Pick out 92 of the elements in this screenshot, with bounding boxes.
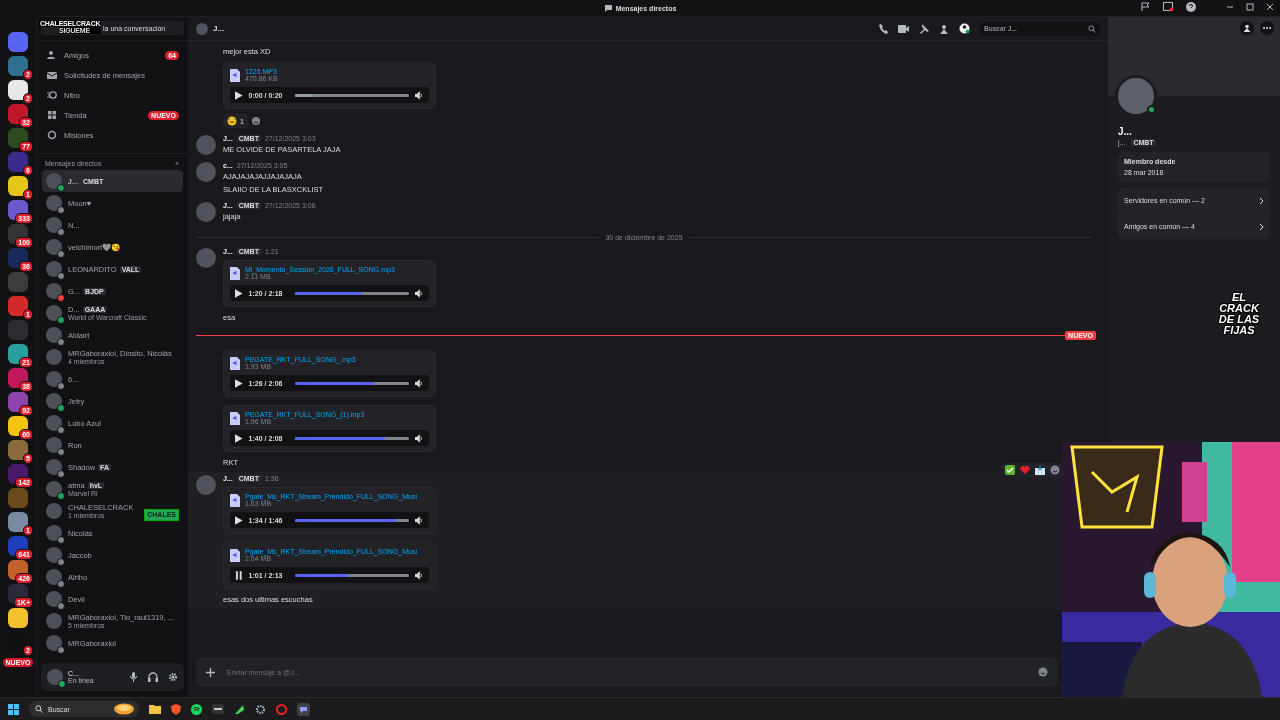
server-icon[interactable] [8, 176, 28, 196]
more-button[interactable] [1260, 21, 1274, 35]
volume-icon[interactable] [415, 570, 424, 580]
envelope-icon[interactable] [1035, 465, 1045, 475]
server-icon[interactable] [8, 416, 28, 436]
emoji-icon[interactable] [1050, 465, 1060, 475]
emoji-icon[interactable] [1038, 667, 1048, 677]
progress-track[interactable] [294, 291, 410, 295]
laughing-emoji-icon [227, 116, 237, 126]
friends-icon [47, 50, 57, 60]
play-icon[interactable] [235, 288, 243, 298]
help-icon[interactable] [1186, 2, 1196, 12]
server-icon[interactable] [8, 128, 28, 148]
profile-name: J... [1118, 126, 1133, 137]
avatar [196, 475, 216, 495]
stream-logo: EL CRACK DE LAS FIJAS [1217, 292, 1261, 336]
play-icon[interactable] [235, 90, 243, 100]
add-attachment-icon[interactable] [206, 667, 215, 677]
screen-share-icon[interactable] [1163, 2, 1174, 12]
progress-track[interactable] [294, 436, 410, 440]
shield-icon[interactable] [171, 703, 181, 715]
server-icon[interactable] [8, 224, 28, 244]
audio-file-icon [230, 412, 240, 425]
play-icon[interactable] [235, 515, 243, 525]
server-icon[interactable] [8, 248, 28, 268]
audio-file-icon [230, 494, 240, 507]
minimize-icon[interactable] [1226, 3, 1234, 11]
chat-app-icon[interactable] [297, 702, 310, 716]
avatar [46, 613, 62, 629]
server-icon[interactable] [8, 464, 28, 484]
avatar [196, 202, 216, 222]
avatar [196, 135, 216, 155]
settings-icon[interactable] [168, 672, 178, 682]
server-icon[interactable] [8, 368, 28, 388]
maximize-icon[interactable] [1246, 3, 1254, 11]
search-icon[interactable] [1088, 24, 1096, 33]
envelope-icon [47, 70, 57, 80]
server-icon[interactable] [8, 80, 28, 100]
profile-icon[interactable] [959, 23, 970, 34]
add-friend-button[interactable] [1240, 21, 1254, 35]
avatar [196, 22, 208, 35]
status-dot [58, 680, 66, 688]
shop-icon [47, 110, 57, 120]
pause-icon[interactable] [235, 570, 243, 580]
audio-file-icon [230, 267, 240, 280]
volume-icon[interactable] [415, 433, 424, 443]
server-icon[interactable] [8, 344, 28, 364]
audio-file-icon [230, 357, 240, 370]
volume-icon[interactable] [415, 90, 424, 100]
windows-icon[interactable] [8, 703, 19, 715]
server-icon[interactable] [8, 200, 28, 220]
add-reaction-icon[interactable] [250, 116, 261, 126]
chevron-right-icon [1259, 222, 1264, 231]
volume-icon[interactable] [415, 288, 424, 298]
close-icon[interactable] [1266, 3, 1274, 11]
play-icon[interactable] [235, 378, 243, 388]
avatar [46, 503, 62, 519]
video-icon[interactable] [898, 24, 909, 33]
volume-icon[interactable] [415, 378, 424, 388]
server-icon[interactable] [8, 536, 28, 556]
nitro-icon [47, 90, 57, 100]
add-friend-icon[interactable] [939, 23, 949, 34]
progress-track[interactable] [294, 93, 410, 97]
microphone-icon[interactable] [129, 672, 138, 682]
server-icon[interactable] [8, 104, 28, 124]
add-friend-icon [1243, 24, 1251, 32]
chevron-right-icon [1259, 196, 1264, 205]
headphones-icon[interactable] [148, 672, 158, 682]
app-icon[interactable] [212, 704, 224, 714]
avatar [196, 162, 216, 182]
audio-file-icon [230, 549, 240, 562]
heart-icon[interactable] [1020, 465, 1030, 475]
avatar [46, 349, 62, 365]
server-icon[interactable] [8, 560, 28, 580]
leaf-icon[interactable] [234, 703, 245, 715]
avatar [196, 248, 216, 268]
chat-icon [603, 4, 612, 12]
volume-icon[interactable] [415, 515, 424, 525]
server-icon[interactable] [8, 608, 28, 628]
check-icon[interactable] [1005, 465, 1015, 475]
chat-title: J... [213, 24, 225, 33]
search-icon [35, 705, 43, 713]
quests-icon [47, 130, 57, 140]
progress-track[interactable] [294, 381, 410, 385]
server-icon[interactable] [8, 392, 28, 412]
music-app-icon[interactable] [191, 703, 202, 715]
folder-icon[interactable] [149, 704, 161, 714]
gear-icon[interactable] [255, 703, 266, 715]
progress-track[interactable] [294, 573, 410, 577]
phone-icon[interactable] [878, 23, 888, 34]
play-icon[interactable] [235, 433, 243, 443]
audio-file-icon [230, 69, 240, 82]
